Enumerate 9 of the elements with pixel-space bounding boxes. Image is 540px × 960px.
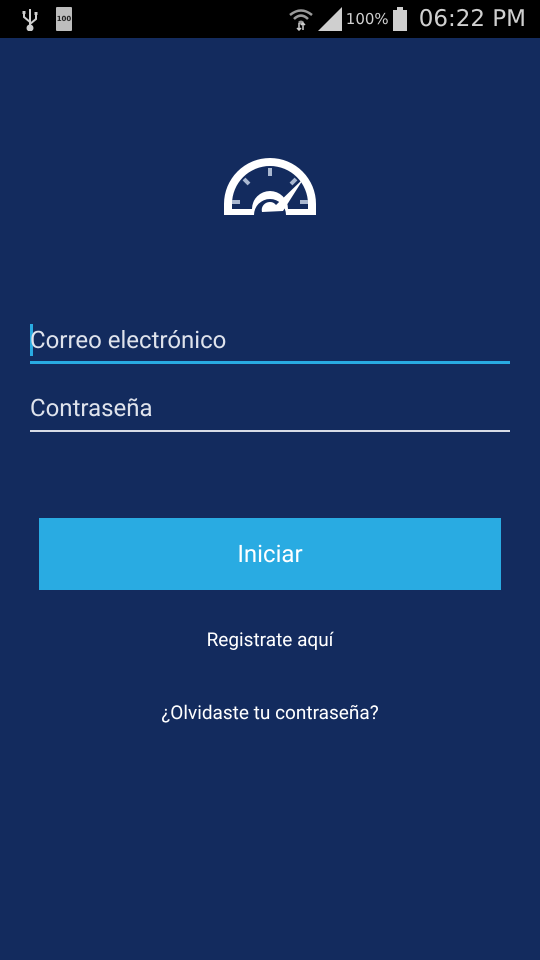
- password-field[interactable]: Contraseña: [30, 386, 510, 432]
- clock: 06:22 PM: [418, 6, 526, 32]
- battery-icon: [392, 7, 407, 31]
- usb-icon: [22, 7, 38, 31]
- battery-percent: 100%: [346, 10, 389, 28]
- link[interactable]: ¿Olvidaste tu contraseña?: [161, 701, 379, 724]
- link[interactable]: Registrate aquí: [206, 628, 334, 651]
- signal-icon: [318, 7, 342, 31]
- wifi-icon: [288, 7, 314, 31]
